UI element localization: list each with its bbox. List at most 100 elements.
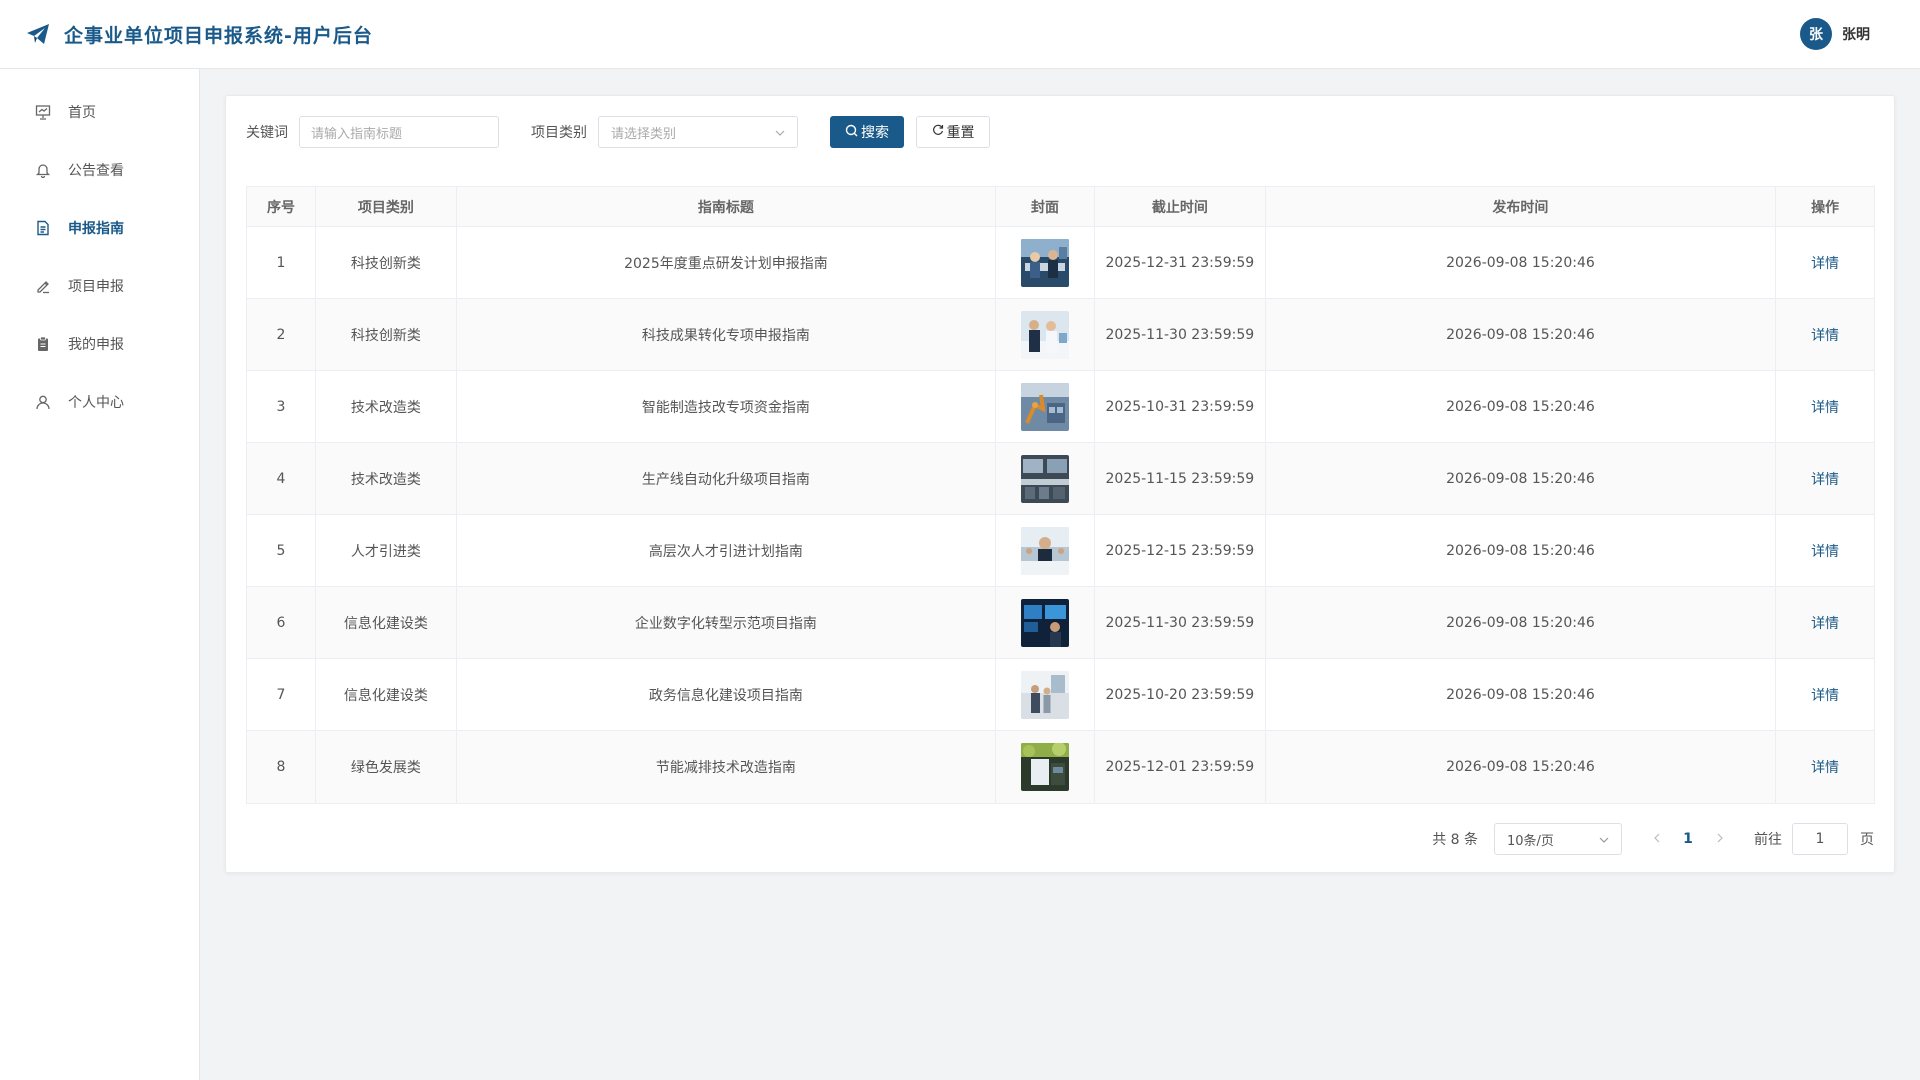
- goto-page-value: 1: [1815, 831, 1825, 847]
- avatar[interactable]: 张: [1800, 18, 1832, 50]
- reset-button-label: 重置: [946, 125, 975, 141]
- header-index: 序号: [247, 187, 316, 226]
- sidebar-item-label: 首页: [68, 105, 96, 121]
- top-header: 企事业单位项目申报系统-用户后台 张 张明: [0, 0, 1920, 69]
- prev-page-button[interactable]: [1642, 831, 1670, 847]
- row-index: 7: [247, 659, 316, 730]
- chevron-down-icon: [1599, 832, 1609, 847]
- row-action: 详情: [1776, 371, 1874, 442]
- row-title: 科技成果转化专项申报指南: [457, 299, 997, 370]
- row-action: 详情: [1776, 731, 1874, 803]
- keyword-placeholder: 请输入指南标题: [311, 126, 403, 142]
- sidebar-item-guidelines[interactable]: 申报指南: [0, 199, 199, 257]
- row-title: 节能减排技术改造指南: [457, 731, 997, 803]
- header-category: 项目类别: [316, 187, 457, 226]
- cover-image: [1021, 310, 1070, 359]
- row-deadline: 2025-11-15 23:59:59: [1095, 443, 1266, 514]
- table-row: 5 人才引进类 高层次人才引进计划指南 2025-12-15 23:59:59 …: [247, 515, 1874, 587]
- row-category: 科技创新类: [316, 299, 457, 370]
- keyword-label: 关键词: [246, 125, 288, 141]
- row-index: 1: [247, 227, 316, 298]
- sidebar-item-profile[interactable]: 个人中心: [0, 373, 199, 431]
- guidelines-table: 序号 项目类别 指南标题 封面 截止时间 发布时间 操作 1 科技创新类 202…: [246, 186, 1875, 804]
- cover-image: [1021, 526, 1070, 575]
- page-number[interactable]: 1: [1670, 831, 1706, 847]
- user-name[interactable]: 张明: [1842, 24, 1870, 44]
- header-action: 操作: [1811, 199, 1840, 216]
- sidebar-item-my-applications[interactable]: 我的申报: [0, 315, 199, 373]
- row-title: 政务信息化建设项目指南: [457, 659, 997, 730]
- sidebar-item-label: 申报指南: [68, 221, 124, 237]
- cover-image: [1021, 743, 1070, 791]
- pagination: 共 8 条 10条/页 1 前往 1 页: [1432, 823, 1874, 855]
- detail-link[interactable]: 详情: [1811, 685, 1839, 705]
- row-published: 2026-09-08 15:20:46: [1266, 443, 1777, 514]
- row-index: 8: [247, 731, 316, 803]
- detail-link[interactable]: 详情: [1811, 757, 1839, 777]
- row-published: 2026-09-08 15:20:46: [1266, 659, 1777, 730]
- row-published: 2026-09-08 15:20:46: [1266, 227, 1777, 298]
- keyword-input[interactable]: 请输入指南标题: [299, 116, 499, 148]
- row-cover: [996, 371, 1095, 442]
- bell-icon: [34, 161, 52, 179]
- reset-button[interactable]: 重置: [916, 116, 990, 148]
- row-action: 详情: [1776, 299, 1874, 370]
- detail-link[interactable]: 详情: [1811, 541, 1839, 561]
- pen-icon: [34, 277, 52, 295]
- row-deadline: 2025-10-31 23:59:59: [1095, 371, 1266, 442]
- row-category: 技术改造类: [316, 443, 457, 514]
- row-index: 4: [247, 443, 316, 514]
- sidebar-item-label: 项目申报: [68, 279, 124, 295]
- row-action: 详情: [1776, 587, 1874, 658]
- table-row: 8 绿色发展类 节能减排技术改造指南 2025-12-01 23:59:59 2…: [247, 731, 1874, 803]
- row-deadline: 2025-10-20 23:59:59: [1095, 659, 1266, 730]
- user-menu[interactable]: 张 张明: [1800, 18, 1894, 50]
- search-button[interactable]: 搜索: [830, 116, 904, 148]
- row-cover: [996, 299, 1095, 370]
- row-deadline: 2025-12-01 23:59:59: [1095, 731, 1266, 803]
- row-cover: [996, 443, 1095, 514]
- row-category: 信息化建设类: [316, 587, 457, 658]
- row-published: 2026-09-08 15:20:46: [1266, 371, 1777, 442]
- row-index: 6: [247, 587, 316, 658]
- detail-link[interactable]: 详情: [1811, 325, 1839, 345]
- row-cover: [996, 587, 1095, 658]
- row-category: 科技创新类: [316, 227, 457, 298]
- row-title: 企业数字化转型示范项目指南: [457, 587, 997, 658]
- table-row: 1 科技创新类 2025年度重点研发计划申报指南 2025-12-31 23:5…: [247, 227, 1874, 299]
- row-cover: [996, 731, 1095, 803]
- chevron-left-icon: [1653, 833, 1659, 843]
- detail-link[interactable]: 详情: [1811, 613, 1839, 633]
- row-title: 智能制造技改专项资金指南: [457, 371, 997, 442]
- detail-link[interactable]: 详情: [1811, 397, 1839, 417]
- refresh-icon: [932, 124, 944, 140]
- sidebar-item-announcements[interactable]: 公告查看: [0, 141, 199, 199]
- row-category: 技术改造类: [316, 371, 457, 442]
- row-title: 高层次人才引进计划指南: [457, 515, 997, 586]
- row-deadline: 2025-11-30 23:59:59: [1095, 587, 1266, 658]
- row-published: 2026-09-08 15:20:46: [1266, 515, 1777, 586]
- row-deadline: 2025-11-30 23:59:59: [1095, 299, 1266, 370]
- header-published: 发布时间: [1266, 187, 1777, 226]
- row-published: 2026-09-08 15:20:46: [1266, 587, 1777, 658]
- row-published: 2026-09-08 15:20:46: [1266, 731, 1777, 803]
- cover-image: [1021, 670, 1070, 719]
- cover-image: [1021, 382, 1070, 431]
- category-select[interactable]: 请选择类别: [598, 116, 798, 148]
- detail-link[interactable]: 详情: [1811, 469, 1839, 489]
- sidebar-item-apply[interactable]: 项目申报: [0, 257, 199, 315]
- goto-page-input[interactable]: 1: [1792, 823, 1848, 855]
- filter-bar: 关键词 请输入指南标题 项目类别 请选择类别 搜索 重置: [246, 116, 990, 148]
- next-page-button[interactable]: [1706, 831, 1734, 847]
- goto-label: 前往: [1754, 832, 1782, 848]
- header-title: 指南标题: [457, 187, 997, 226]
- brand: 企事业单位项目申报系统-用户后台: [26, 21, 373, 48]
- header-deadline: 截止时间: [1095, 187, 1266, 226]
- page-size-select[interactable]: 10条/页: [1494, 823, 1622, 855]
- row-action: 详情: [1776, 227, 1874, 298]
- paper-plane-icon: [26, 22, 50, 46]
- detail-link[interactable]: 详情: [1811, 253, 1839, 273]
- header-cover: 封面: [996, 187, 1095, 226]
- row-action: 详情: [1776, 659, 1874, 730]
- sidebar-item-home[interactable]: 首页: [0, 83, 199, 141]
